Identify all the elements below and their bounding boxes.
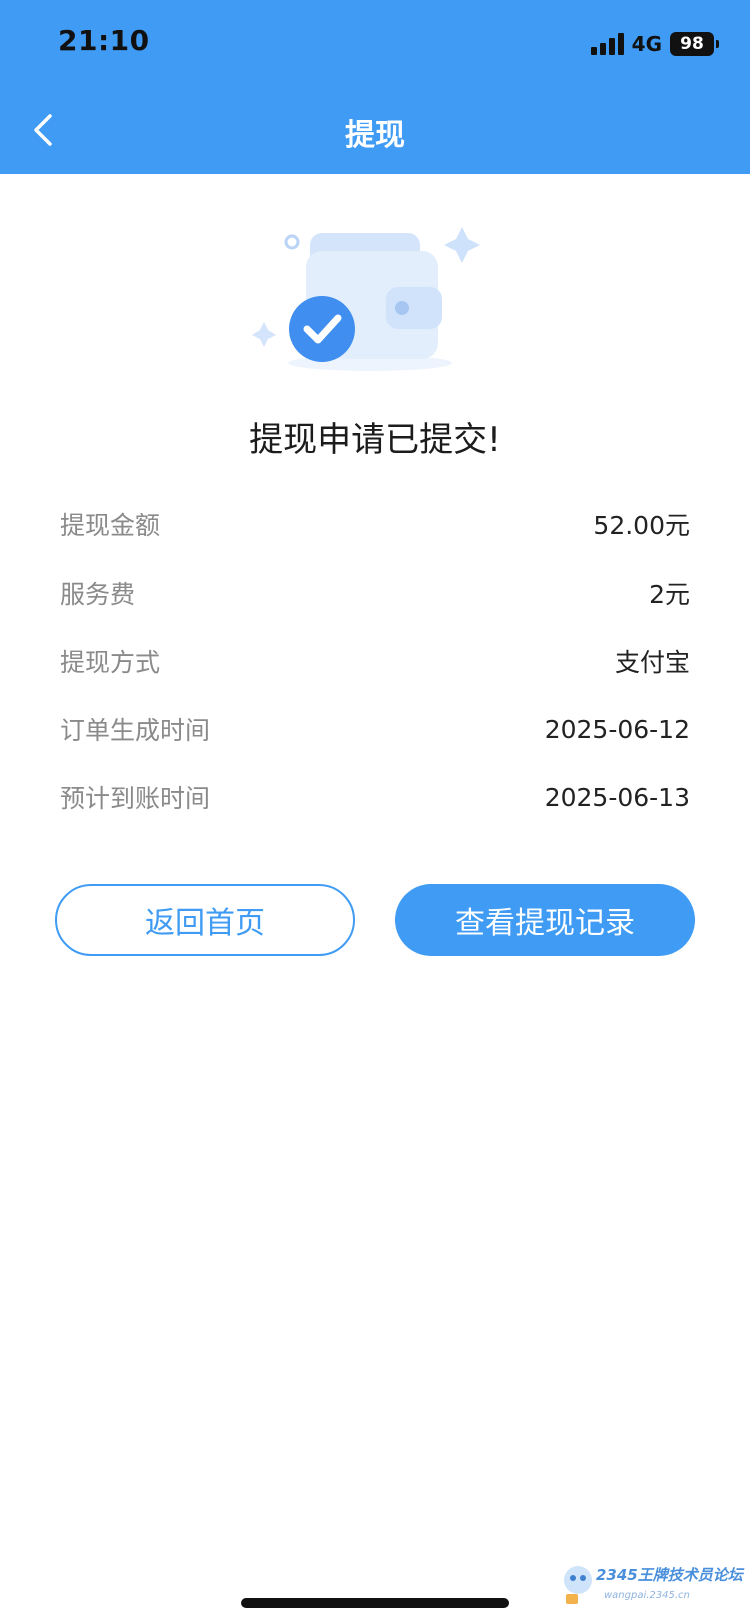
detail-row-amount: 提现金额 52.00元 (60, 504, 690, 544)
watermark-text: 2345王牌技术员论坛 (596, 1566, 743, 1584)
network-type: 4G (631, 32, 662, 56)
wallet-check-icon (250, 225, 500, 385)
status-indicators: 4G 98 (590, 30, 719, 58)
success-headline: 提现申请已提交! (249, 420, 501, 460)
watermark: 2345王牌技术员论坛 wangpai.2345.cn (560, 1558, 748, 1618)
detail-value: 52.00元 (593, 511, 690, 540)
detail-value: 2元 (649, 580, 690, 609)
detail-value: 支付宝 (614, 648, 690, 677)
detail-value: 2025-06-12 (544, 714, 690, 744)
page-title: 提现 (345, 118, 405, 153)
detail-row-method: 提现方式 支付宝 (60, 641, 690, 681)
detail-value: 2025-06-13 (544, 782, 690, 812)
detail-label: 服务费 (60, 580, 136, 609)
signal-icon (590, 33, 624, 55)
home-indicator (241, 1598, 509, 1608)
detail-label: 订单生成时间 (60, 716, 211, 745)
detail-label: 提现金额 (60, 511, 161, 540)
detail-label: 提现方式 (60, 648, 161, 677)
mascot-icon (564, 1566, 592, 1604)
battery-level: 98 (680, 34, 704, 54)
detail-row-order-time: 订单生成时间 2025-06-12 (60, 709, 690, 749)
return-home-button[interactable]: 返回首页 (55, 884, 355, 956)
detail-row-fee: 服务费 2元 (60, 573, 690, 613)
view-withdraw-records-button[interactable]: 查看提现记录 (395, 884, 695, 956)
detail-label: 预计到账时间 (60, 784, 211, 813)
detail-row-arrival-time: 预计到账时间 2025-06-13 (60, 777, 690, 817)
battery-icon: 98 (670, 32, 719, 56)
status-time: 21:10 (58, 24, 150, 57)
top-app-bar: 21:10 4G 98 提现 (0, 0, 750, 174)
watermark-url: wangpai.2345.cn (604, 1590, 690, 1601)
